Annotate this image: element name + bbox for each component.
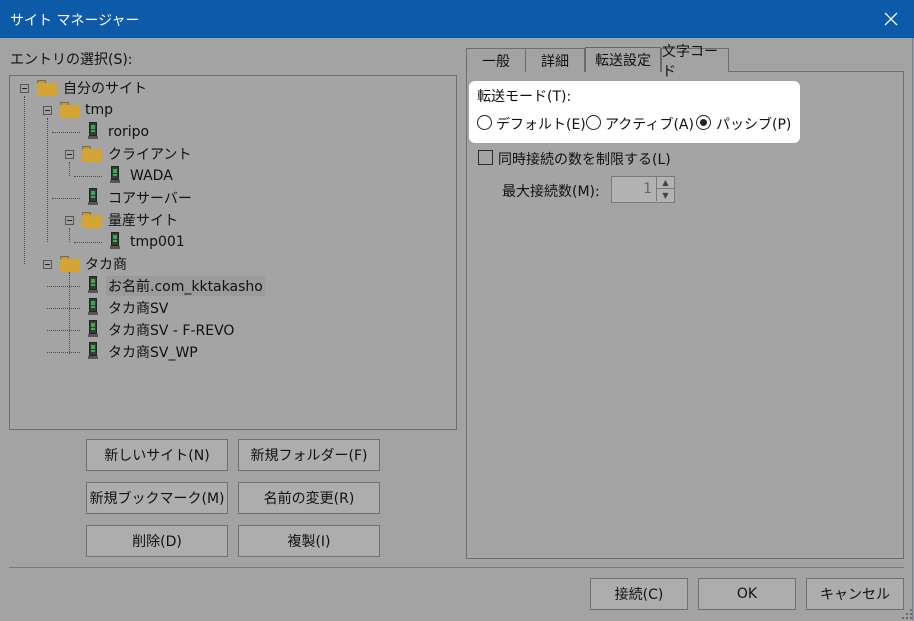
tree-node-folder[interactable]: タカ商	[85, 254, 127, 274]
rename-button[interactable]: 名前の変更(R)	[238, 482, 380, 514]
tab-label: 詳細	[541, 53, 569, 70]
tree-line	[69, 272, 70, 354]
tree-node-label: タカ商SV_WP	[108, 345, 198, 361]
cancel-button[interactable]: キャンセル	[806, 578, 904, 610]
tree-node-label: タカ商SV	[108, 301, 169, 317]
radio-passive[interactable]	[696, 115, 711, 130]
folder-icon	[37, 80, 57, 96]
tree-line	[69, 162, 70, 176]
duplicate-button[interactable]: 複製(I)	[238, 525, 380, 557]
tab-advanced[interactable]: 詳細	[525, 48, 585, 72]
tree-node-site[interactable]: roripo	[108, 122, 149, 142]
collapse-toggle[interactable]	[20, 84, 29, 93]
collapse-toggle[interactable]	[43, 260, 52, 269]
tree-line	[52, 198, 80, 199]
tree-line	[69, 228, 70, 242]
close-icon	[884, 12, 898, 26]
tree-node-label: tmp001	[130, 234, 185, 250]
tab-label: 転送設定	[595, 53, 651, 69]
tree-node-label: お名前.com_kktakasho	[106, 276, 265, 296]
tab-label: 文字コード	[662, 43, 718, 80]
separator	[9, 567, 904, 568]
tree-node-label: クライアント	[108, 147, 192, 163]
ok-button[interactable]: OK	[698, 578, 796, 610]
close-button[interactable]	[868, 0, 914, 38]
tree-node-label: WADA	[130, 168, 173, 184]
server-icon	[88, 320, 98, 338]
connect-button[interactable]: 接続(C)	[590, 578, 688, 610]
tree-node-site[interactable]: タカ商SV_WP	[108, 342, 198, 362]
tree-node-site[interactable]: tmp001	[130, 232, 185, 252]
new-bookmark-button[interactable]: 新規ブックマーク(M)	[86, 482, 228, 514]
tree-node-root[interactable]: 自分のサイト	[63, 78, 147, 98]
server-icon	[88, 342, 98, 360]
tree-node-site[interactable]: タカ商SV - F-REVO	[108, 320, 234, 340]
tree-node-site[interactable]: WADA	[130, 166, 173, 186]
tree-node-label: 量産サイト	[108, 213, 178, 229]
tab-transfer-settings[interactable]: 転送設定	[585, 47, 661, 72]
tree-node-folder[interactable]: tmp	[85, 100, 113, 120]
tree-line	[74, 176, 102, 177]
tree-node-label: 自分のサイト	[63, 81, 147, 97]
tree-line	[47, 308, 80, 309]
window-title: サイト マネージャー	[10, 13, 140, 29]
tree-node-site[interactable]: コアサーバー	[108, 188, 192, 208]
server-icon	[88, 276, 98, 294]
delete-button[interactable]: 削除(D)	[86, 525, 228, 557]
entries-label: エントリの選択(S):	[10, 52, 133, 68]
tree-line	[24, 96, 25, 264]
tab-label: 一般	[482, 53, 510, 70]
radio-passive-label[interactable]: パッシブ(P)	[716, 114, 791, 134]
tab-charset[interactable]: 文字コード	[661, 44, 729, 80]
tree-node-label: タカ商	[85, 257, 127, 273]
tab-general[interactable]: 一般	[466, 48, 526, 72]
collapse-toggle[interactable]	[65, 216, 74, 225]
radio-default[interactable]	[477, 115, 492, 130]
folder-icon	[82, 146, 102, 162]
transfer-mode-label: 転送モード(T):	[477, 89, 572, 105]
server-icon	[110, 232, 120, 250]
stepper-up-icon[interactable]: ▲	[656, 177, 674, 189]
tree-line	[47, 286, 80, 287]
tree-node-label: コアサーバー	[108, 191, 192, 207]
tree-line	[47, 118, 48, 242]
tree-line	[47, 352, 80, 353]
tree-line	[74, 242, 102, 243]
tree-line	[52, 132, 80, 133]
collapse-toggle[interactable]	[65, 150, 74, 159]
tree-node-site[interactable]: タカ商SV	[108, 298, 168, 318]
radio-active-label[interactable]: アクティブ(A)	[605, 114, 694, 134]
radio-default-label[interactable]: デフォルト(E)	[496, 114, 586, 134]
tree-node-folder[interactable]: クライアント	[108, 144, 191, 164]
tree-node-folder[interactable]: 量産サイト	[108, 210, 178, 230]
title-bar: サイト マネージャー	[0, 0, 914, 38]
stepper-down-icon[interactable]: ▼	[656, 189, 674, 201]
max-connections-label: 最大接続数(M):	[502, 184, 600, 200]
server-icon	[110, 166, 120, 184]
folder-icon	[60, 102, 80, 118]
new-folder-button[interactable]: 新規フォルダー(F)	[238, 439, 380, 471]
limit-connections-checkbox[interactable]	[478, 150, 493, 165]
max-connections-stepper[interactable]: 1 ▲ ▼	[611, 176, 675, 203]
server-icon	[88, 188, 98, 206]
max-connections-value[interactable]: 1	[612, 177, 656, 202]
folder-icon	[60, 256, 80, 272]
tree-node-label: タカ商SV - F-REVO	[108, 323, 235, 339]
tree-node-site-selected[interactable]: お名前.com_kktakasho	[106, 276, 265, 296]
new-site-button[interactable]: 新しいサイト(N)	[86, 439, 228, 471]
limit-connections-label[interactable]: 同時接続の数を制限する(L)	[498, 149, 671, 169]
radio-active[interactable]	[586, 115, 601, 130]
folder-icon	[82, 212, 102, 228]
server-icon	[88, 298, 98, 316]
resize-grip-icon[interactable]	[902, 609, 912, 619]
collapse-toggle[interactable]	[43, 106, 52, 115]
tree-node-label: roripo	[108, 124, 150, 140]
tree-line	[47, 330, 80, 331]
server-icon	[88, 122, 98, 140]
site-tree[interactable]: 自分のサイト tmp roripo クライアント WADA コアサーバー 量産サ…	[9, 75, 457, 430]
tab-panel	[466, 71, 904, 559]
tree-node-label: tmp	[85, 102, 114, 118]
